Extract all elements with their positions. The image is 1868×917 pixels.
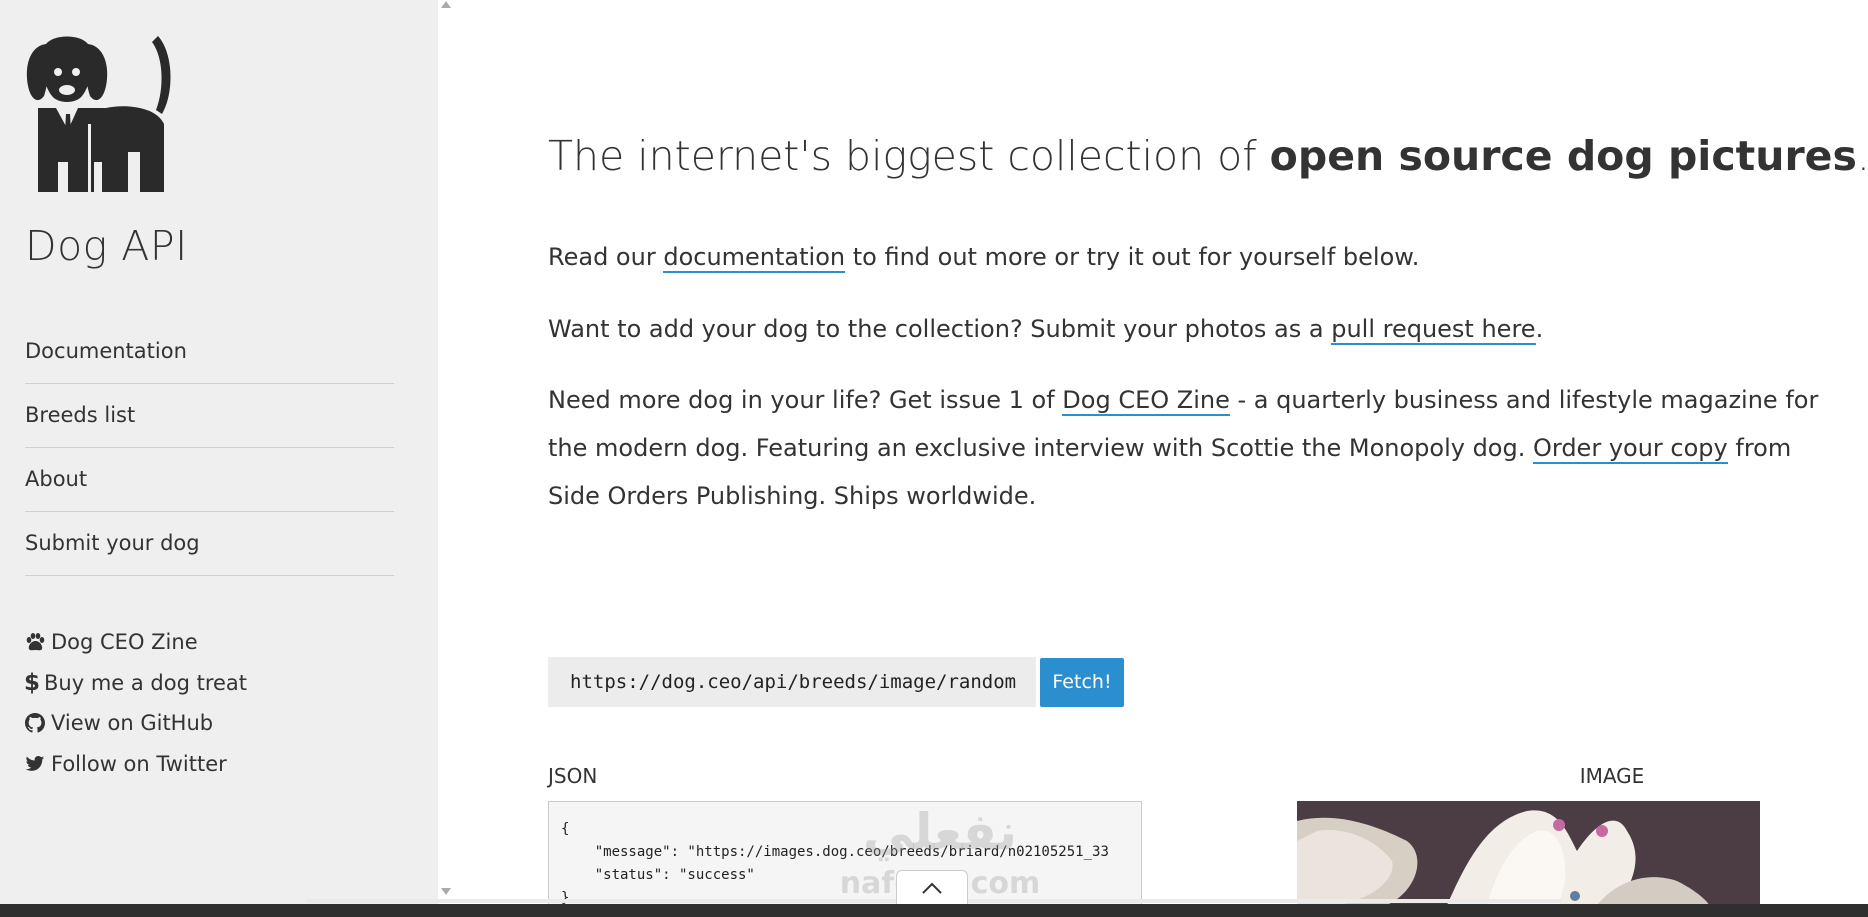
- order-copy-link[interactable]: Order your copy: [1532, 434, 1728, 464]
- sidebar-nav: Documentation Breeds list About Submit y…: [25, 320, 394, 576]
- documentation-link[interactable]: documentation: [663, 243, 846, 273]
- scroll-down-icon[interactable]: [441, 888, 451, 895]
- headline-period: .: [1857, 132, 1868, 180]
- json-output[interactable]: { "message": "https://images.dog.ceo/bre…: [548, 801, 1142, 905]
- page-headline: The internet's biggest collection of ope…: [548, 132, 1868, 180]
- submit-paragraph: Want to add your dog to the collection? …: [548, 305, 1828, 353]
- github-icon: [25, 713, 45, 733]
- twitter-icon: [25, 754, 45, 774]
- link-follow-on-twitter[interactable]: Follow on Twitter: [25, 744, 247, 785]
- external-links: Dog CEO Zine $ Buy me a dog treat View o…: [24, 622, 248, 785]
- fetch-form: https://dog.ceo/api/breeds/image/random …: [548, 657, 1124, 707]
- scroll-up-icon[interactable]: [441, 1, 451, 8]
- nav-item-documentation[interactable]: Documentation: [25, 320, 394, 384]
- json-label: JSON: [548, 764, 598, 788]
- link-dog-ceo-zine[interactable]: Dog CEO Zine: [25, 622, 247, 663]
- text: Read our: [548, 243, 664, 271]
- pull-request-link[interactable]: pull request here: [1331, 315, 1536, 345]
- nav-item-breeds-list[interactable]: Breeds list: [25, 384, 394, 448]
- dollar-icon: $: [24, 669, 41, 696]
- site-title[interactable]: Dog API: [25, 222, 188, 270]
- sidebar: Dog API Documentation Breeds list About …: [0, 0, 438, 917]
- dog-image: [1297, 801, 1760, 905]
- fetch-button[interactable]: Fetch!: [1040, 657, 1124, 707]
- link-label: Dog CEO Zine: [51, 630, 198, 655]
- text: .: [1535, 315, 1544, 343]
- link-label: Buy me a dog treat: [44, 670, 248, 695]
- nav-item-submit-your-dog[interactable]: Submit your dog: [25, 512, 394, 576]
- api-url-input[interactable]: https://dog.ceo/api/breeds/image/random: [548, 657, 1036, 707]
- link-view-on-github[interactable]: View on GitHub: [25, 703, 247, 744]
- scroll-to-top-button[interactable]: [896, 870, 968, 906]
- intro-paragraph: Read our documentation to find out more …: [548, 233, 1828, 281]
- text: Need more dog in your life? Get issue 1 …: [548, 386, 1063, 414]
- headline-emphasis: open source dog pictures: [1269, 132, 1857, 180]
- link-label: Follow on Twitter: [51, 751, 227, 776]
- zine-paragraph: Need more dog in your life? Get issue 1 …: [548, 376, 1828, 520]
- headline-text: The internet's biggest collection of: [548, 132, 1270, 180]
- text: Want to add your dog to the collection? …: [548, 315, 1332, 343]
- taskbar: [0, 904, 1868, 917]
- chevron-up-icon: [922, 882, 942, 894]
- dog-logo-icon[interactable]: [24, 34, 178, 192]
- sidebar-scrollbar[interactable]: [438, 0, 456, 905]
- text: to find out more or try it out for yours…: [845, 243, 1420, 271]
- dog-ceo-zine-link[interactable]: Dog CEO Zine: [1062, 386, 1230, 416]
- image-label: IMAGE: [1579, 764, 1645, 788]
- link-label: View on GitHub: [51, 711, 214, 736]
- nav-item-about[interactable]: About: [25, 448, 394, 512]
- paw-icon: [25, 632, 45, 652]
- link-buy-dog-treat[interactable]: $ Buy me a dog treat: [24, 663, 248, 704]
